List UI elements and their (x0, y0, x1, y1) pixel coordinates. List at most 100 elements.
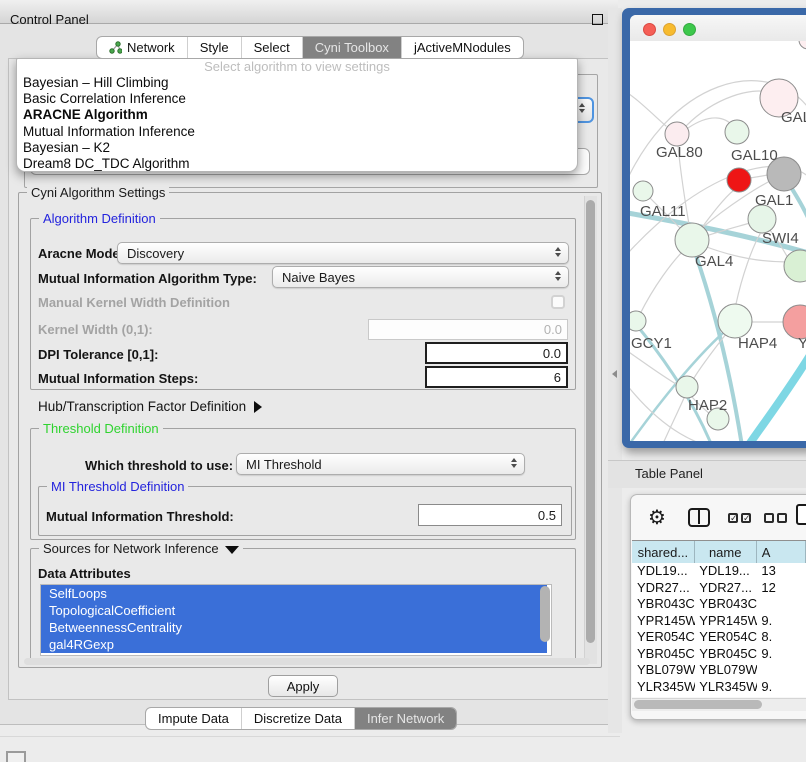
tab-network[interactable]: Network (97, 37, 187, 58)
data-attributes-label: Data Attributes (38, 566, 131, 581)
network-node[interactable] (783, 305, 806, 339)
network-node[interactable] (784, 250, 806, 282)
manual-kernel-label: Manual Kernel Width Definition (38, 295, 230, 310)
algorithm-option[interactable]: Bayesian – Hill Climbing (17, 75, 577, 91)
network-node[interactable] (748, 205, 776, 233)
gear-icon[interactable]: ⚙ (648, 505, 666, 531)
algorithm-option[interactable]: Dream8 DC_TDC Algorithm (17, 156, 577, 172)
node-label: GAL11 (640, 203, 686, 220)
screen: Control Panel ✕ Network Style Select Cyn… (0, 0, 806, 762)
table-row[interactable]: YBR045CYBR045C9. (632, 646, 806, 663)
stepper-arrows-icon (555, 247, 561, 257)
split-collapse-icon[interactable] (612, 370, 617, 378)
tab-infer-network[interactable]: Infer Network (354, 708, 456, 729)
table-row[interactable]: YDL19...YDL19...13 (632, 563, 806, 580)
node-label: GAL10 (731, 147, 778, 164)
dpi-tolerance-field[interactable]: 0.0 (425, 342, 568, 364)
column-header-shared-name[interactable]: shared... (632, 541, 695, 563)
control-panel-titlebar[interactable] (0, 0, 618, 24)
columns-icon[interactable] (688, 508, 710, 527)
checked-box-icon[interactable]: ✓ (741, 513, 751, 523)
which-threshold-label: Which threshold to use: (85, 458, 233, 473)
tab-impute-data[interactable]: Impute Data (146, 708, 241, 729)
column-header-name[interactable]: name (695, 541, 757, 563)
tab-select[interactable]: Select (241, 37, 302, 58)
table-row[interactable]: YPR145WYPR145W9. (632, 613, 806, 630)
apply-button[interactable]: Apply (268, 675, 338, 697)
node-label: GAL (781, 109, 806, 126)
table-row[interactable]: YLR345WYLR345W9. (632, 679, 806, 696)
algorithm-dropdown-items: Bayesian – Hill ClimbingBasic Correlatio… (17, 75, 577, 172)
attribute-item[interactable]: gal4RGexp (41, 636, 547, 653)
close-traffic-icon[interactable] (643, 23, 656, 36)
zoom-traffic-icon[interactable] (683, 23, 696, 36)
network-node[interactable] (727, 168, 751, 192)
table-row[interactable]: YBR043CYBR043C (632, 596, 806, 613)
panel-title: Control Panel (10, 12, 89, 27)
tab-jactivemnodules[interactable]: jActiveMNodules (401, 37, 523, 58)
attribute-item[interactable]: BetweennessCentrality (41, 619, 547, 636)
sources-title[interactable]: Sources for Network Inference (39, 541, 243, 556)
control-panel-tabs: Network Style Select Cyni Toolbox jActiv… (96, 36, 524, 59)
network-canvas[interactable]: GALGAL80GAL10GAL1GAL11SWI4GAL4GCY1HAP4YH… (630, 41, 806, 441)
which-threshold-select[interactable]: MI Threshold (236, 453, 525, 475)
tab-select-label: Select (254, 40, 290, 55)
network-edge (736, 234, 760, 304)
algorithm-option[interactable]: Mutual Information Inference (17, 124, 577, 140)
algorithm-option[interactable]: Bayesian – K2 (17, 140, 577, 156)
network-edge (700, 190, 734, 230)
manual-kernel-checkbox[interactable] (551, 295, 565, 309)
settings-scrollbar-thumb[interactable] (586, 200, 595, 643)
minimize-traffic-icon[interactable] (663, 23, 676, 36)
tab-cyni-toolbox-label: Cyni Toolbox (315, 40, 389, 55)
aracne-mode-select[interactable]: Discovery (117, 242, 569, 264)
unchecked-box-icon[interactable] (764, 513, 774, 523)
column-header-cut[interactable]: A (757, 541, 806, 563)
network-node[interactable] (665, 122, 689, 146)
mi-threshold-field[interactable]: 0.5 (418, 504, 562, 526)
checked-box-icon[interactable]: ✓ (728, 513, 738, 523)
attribute-item[interactable]: TopologicalCoefficient (41, 602, 547, 619)
tab-cyni-toolbox[interactable]: Cyni Toolbox (302, 37, 401, 58)
table-hscrollbar-thumb[interactable] (634, 700, 762, 709)
tab-style[interactable]: Style (187, 37, 241, 58)
node-label: GAL4 (695, 253, 733, 270)
unchecked-box-icon[interactable] (777, 513, 787, 523)
minimized-panel-icon[interactable] (6, 751, 26, 762)
network-node[interactable] (630, 311, 646, 331)
network-window[interactable]: GALGAL80GAL10GAL1GAL11SWI4GAL4GCY1HAP4YH… (630, 15, 806, 441)
kernel-width-field[interactable]: 0.0 (368, 319, 568, 340)
table-row[interactable]: YBL079WYBL079W (632, 662, 806, 679)
dpi-tolerance-label: DPI Tolerance [0,1]: (38, 347, 158, 362)
attribute-item[interactable]: SelfLoops (41, 585, 547, 602)
network-node[interactable] (799, 41, 806, 49)
network-node[interactable] (718, 304, 752, 338)
tab-discretize-data[interactable]: Discretize Data (241, 708, 354, 729)
table-row[interactable]: YIL052CYIL052C9 (632, 695, 806, 697)
network-window-titlebar[interactable] (630, 15, 806, 41)
aracne-mode-value: Discovery (127, 246, 184, 261)
attributes-scrollbar[interactable] (540, 586, 550, 642)
collapse-down-icon (225, 546, 239, 554)
algorithm-option[interactable]: ARACNE Algorithm (17, 107, 577, 123)
network-node[interactable] (633, 181, 653, 201)
float-panel-icon[interactable] (592, 14, 603, 25)
cyni-mode-tabs: Impute Data Discretize Data Infer Networ… (145, 707, 457, 730)
network-node[interactable] (725, 120, 749, 144)
node-label: HAP2 (688, 397, 727, 414)
data-attributes-list[interactable]: SelfLoopsTopologicalCoefficientBetweenne… (40, 584, 552, 656)
algorithm-option[interactable]: Basic Correlation Inference (17, 91, 577, 107)
mi-type-select[interactable]: Naive Bayes (272, 266, 569, 288)
mi-steps-field[interactable]: 6 (425, 366, 568, 388)
table-row[interactable]: YER054CYER054C8. (632, 629, 806, 646)
mi-threshold-value: 0.5 (538, 508, 556, 523)
network-node[interactable] (675, 223, 709, 257)
kernel-width-value: 0.0 (544, 322, 562, 337)
sources-title-label: Sources for Network Inference (43, 541, 219, 556)
node-label: SWI4 (762, 230, 799, 247)
network-node[interactable] (676, 376, 698, 398)
hub-definition-expander[interactable]: Hub/Transcription Factor Definition (38, 399, 262, 414)
document-icon[interactable] (796, 504, 806, 525)
table-row[interactable]: YDR27...YDR27...12 (632, 580, 806, 597)
node-label: Y (798, 335, 806, 352)
